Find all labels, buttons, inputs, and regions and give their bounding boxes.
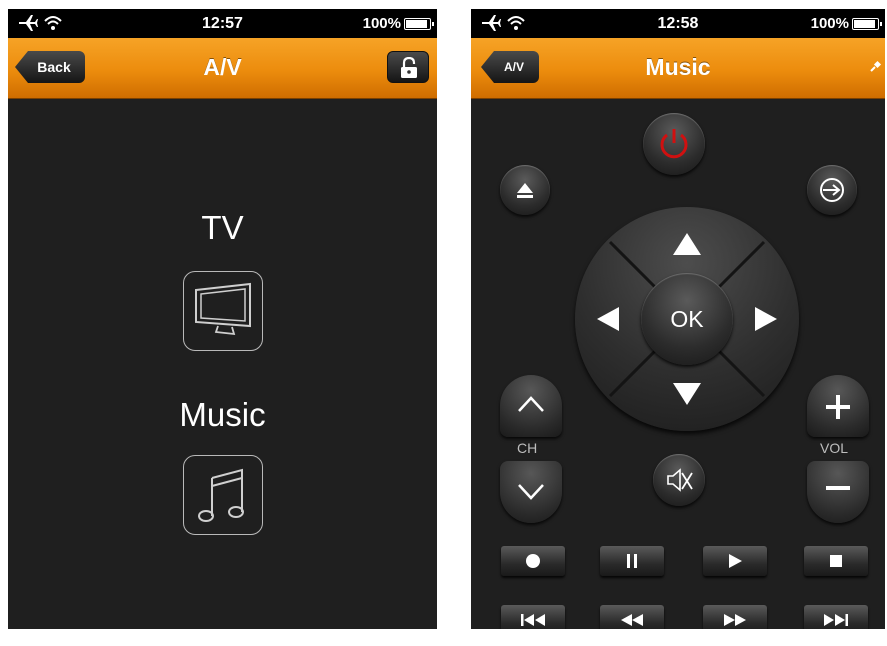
eject-icon	[515, 180, 535, 200]
music-note-icon	[198, 466, 248, 524]
eject-button[interactable]	[500, 165, 550, 215]
channel-down-icon	[516, 483, 546, 501]
volume-up-icon	[824, 393, 852, 421]
page-title: Music	[645, 54, 711, 80]
stop-icon	[828, 553, 844, 569]
pause-button[interactable]	[600, 546, 664, 576]
tv-label[interactable]: TV	[8, 209, 437, 247]
connection-icon[interactable]	[869, 59, 883, 73]
input-source-icon	[818, 176, 846, 204]
up-arrow-icon	[673, 233, 701, 255]
skip-forward-icon	[823, 613, 849, 627]
skip-back-button[interactable]	[501, 605, 565, 629]
directional-pad: OK	[575, 207, 799, 431]
fast-forward-icon	[723, 613, 747, 627]
power-button[interactable]	[643, 113, 705, 175]
right-arrow-icon	[755, 307, 777, 331]
status-bar: 12:58 100%	[471, 9, 885, 38]
music-remote-screen: 12:58 100% A/V Music OK CH VOL	[471, 9, 885, 629]
ok-button[interactable]: OK	[641, 273, 733, 365]
pause-icon	[625, 553, 639, 569]
nav-bar: Back A/V	[8, 38, 437, 99]
rewind-icon	[620, 613, 644, 627]
channel-up-icon	[516, 395, 546, 413]
av-menu-screen: 12:57 100% Back A/V TV Music	[8, 9, 437, 629]
battery-percent: 100%	[362, 15, 401, 32]
record-button[interactable]	[501, 546, 565, 576]
left-arrow-button[interactable]	[595, 305, 621, 333]
lock-button[interactable]	[387, 51, 429, 83]
down-arrow-icon	[673, 383, 701, 405]
tv-icon	[192, 282, 254, 340]
rewind-button[interactable]	[600, 605, 664, 629]
play-button[interactable]	[703, 546, 767, 576]
right-arrow-button[interactable]	[753, 305, 779, 333]
volume-down-button[interactable]	[807, 461, 869, 523]
battery-icon	[404, 17, 434, 30]
nav-bar: A/V Music	[471, 38, 885, 99]
play-icon	[727, 553, 743, 569]
channel-label: CH	[517, 440, 538, 456]
battery-percent: 100%	[810, 15, 849, 32]
up-arrow-button[interactable]	[671, 231, 703, 257]
music-button[interactable]	[183, 455, 263, 535]
skip-forward-button[interactable]	[804, 605, 868, 629]
power-icon	[658, 127, 690, 161]
channel-up-button[interactable]	[500, 375, 562, 437]
skip-back-icon	[520, 613, 546, 627]
music-label[interactable]: Music	[8, 396, 437, 434]
volume-label: VOL	[820, 440, 849, 456]
record-icon	[525, 553, 541, 569]
volume-up-button[interactable]	[807, 375, 869, 437]
fast-forward-button[interactable]	[703, 605, 767, 629]
status-bar: 12:57 100%	[8, 9, 437, 38]
left-arrow-icon	[597, 307, 619, 331]
stop-button[interactable]	[804, 546, 868, 576]
mute-button[interactable]	[653, 454, 705, 506]
mute-icon	[664, 465, 694, 495]
down-arrow-button[interactable]	[671, 381, 703, 407]
input-source-button[interactable]	[807, 165, 857, 215]
battery-icon	[852, 17, 882, 30]
channel-down-button[interactable]	[500, 461, 562, 523]
lock-icon	[400, 57, 418, 79]
volume-down-icon	[824, 485, 852, 491]
page-title: A/V	[203, 54, 242, 80]
tv-button[interactable]	[183, 271, 263, 351]
